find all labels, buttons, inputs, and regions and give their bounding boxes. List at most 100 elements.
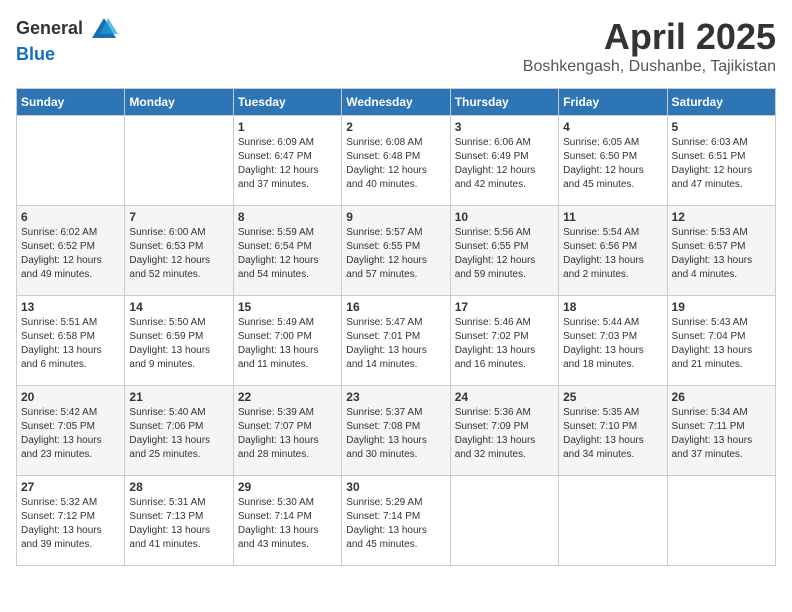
weekday-header-sunday: Sunday (17, 89, 125, 116)
calendar-cell: 1 Sunrise: 6:09 AM Sunset: 6:47 PM Daylig… (233, 116, 341, 206)
day-info: Sunrise: 6:00 AM Sunset: 6:53 PM Dayligh… (129, 226, 228, 282)
calendar-cell: 14 Sunrise: 5:50 AM Sunset: 6:59 PM Dayli… (125, 296, 233, 386)
calendar-cell: 26 Sunrise: 5:34 AM Sunset: 7:11 PM Dayli… (667, 386, 775, 476)
logo-blue: Blue (16, 44, 55, 64)
calendar-table: SundayMondayTuesdayWednesdayThursdayFrid… (16, 88, 776, 566)
day-number: 22 (238, 390, 337, 404)
weekday-header-thursday: Thursday (450, 89, 558, 116)
day-info: Sunrise: 6:03 AM Sunset: 6:51 PM Dayligh… (672, 136, 771, 192)
calendar-cell: 23 Sunrise: 5:37 AM Sunset: 7:08 PM Dayli… (342, 386, 450, 476)
calendar-cell: 2Sunrise: 6:08 AM Sunset: 6:48 PM Daylig… (342, 116, 450, 206)
day-number: 17 (455, 300, 554, 314)
day-info: Sunrise: 5:47 AM Sunset: 7:01 PM Dayligh… (346, 316, 445, 372)
calendar-cell: 24Sunrise: 5:36 AM Sunset: 7:09 PM Dayli… (450, 386, 558, 476)
calendar-cell: 7 Sunrise: 6:00 AM Sunset: 6:53 PM Daylig… (125, 206, 233, 296)
day-number: 23 (346, 390, 445, 404)
weekday-header-wednesday: Wednesday (342, 89, 450, 116)
calendar-cell: 16 Sunrise: 5:47 AM Sunset: 7:01 PM Dayli… (342, 296, 450, 386)
month-title: April 2025 (523, 16, 776, 58)
calendar-week-1: 1 Sunrise: 6:09 AM Sunset: 6:47 PM Daylig… (17, 116, 776, 206)
calendar-cell: 28 Sunrise: 5:31 AM Sunset: 7:13 PM Dayli… (125, 476, 233, 566)
day-number: 6 (21, 210, 120, 224)
day-number: 14 (129, 300, 228, 314)
day-info: Sunrise: 5:30 AM Sunset: 7:14 PM Dayligh… (238, 496, 337, 552)
day-info: Sunrise: 5:40 AM Sunset: 7:06 PM Dayligh… (129, 406, 228, 462)
calendar-cell: 30 Sunrise: 5:29 AM Sunset: 7:14 PM Dayli… (342, 476, 450, 566)
day-number: 8 (238, 210, 337, 224)
calendar-cell: 5Sunrise: 6:03 AM Sunset: 6:51 PM Daylig… (667, 116, 775, 206)
calendar-cell: 18 Sunrise: 5:44 AM Sunset: 7:03 PM Dayli… (559, 296, 667, 386)
calendar-cell: 15Sunrise: 5:49 AM Sunset: 7:00 PM Dayli… (233, 296, 341, 386)
day-number: 18 (563, 300, 662, 314)
day-info: Sunrise: 5:42 AM Sunset: 7:05 PM Dayligh… (21, 406, 120, 462)
day-number: 13 (21, 300, 120, 314)
weekday-header-saturday: Saturday (667, 89, 775, 116)
day-info: Sunrise: 6:05 AM Sunset: 6:50 PM Dayligh… (563, 136, 662, 192)
day-number: 16 (346, 300, 445, 314)
day-info: Sunrise: 5:56 AM Sunset: 6:55 PM Dayligh… (455, 226, 554, 282)
day-number: 26 (672, 390, 771, 404)
calendar-cell: 10Sunrise: 5:56 AM Sunset: 6:55 PM Dayli… (450, 206, 558, 296)
day-info: Sunrise: 6:02 AM Sunset: 6:52 PM Dayligh… (21, 226, 120, 282)
location-title: Boshkengash, Dushanbe, Tajikistan (523, 58, 776, 76)
day-info: Sunrise: 5:44 AM Sunset: 7:03 PM Dayligh… (563, 316, 662, 372)
title-area: April 2025 Boshkengash, Dushanbe, Tajiki… (523, 16, 776, 76)
calendar-cell: 22 Sunrise: 5:39 AM Sunset: 7:07 PM Dayli… (233, 386, 341, 476)
calendar-cell: 25 Sunrise: 5:35 AM Sunset: 7:10 PM Dayli… (559, 386, 667, 476)
calendar-cell: 21Sunrise: 5:40 AM Sunset: 7:06 PM Dayli… (125, 386, 233, 476)
calendar-cell (450, 476, 558, 566)
day-info: Sunrise: 5:36 AM Sunset: 7:09 PM Dayligh… (455, 406, 554, 462)
day-info: Sunrise: 5:34 AM Sunset: 7:11 PM Dayligh… (672, 406, 771, 462)
logo-text: General Blue (16, 16, 118, 65)
day-info: Sunrise: 6:06 AM Sunset: 6:49 PM Dayligh… (455, 136, 554, 192)
weekday-header-tuesday: Tuesday (233, 89, 341, 116)
calendar-cell: 17 Sunrise: 5:46 AM Sunset: 7:02 PM Dayli… (450, 296, 558, 386)
day-number: 4 (563, 120, 662, 134)
day-number: 27 (21, 480, 120, 494)
weekday-header-friday: Friday (559, 89, 667, 116)
day-info: Sunrise: 5:32 AM Sunset: 7:12 PM Dayligh… (21, 496, 120, 552)
calendar-week-5: 27 Sunrise: 5:32 AM Sunset: 7:12 PM Dayli… (17, 476, 776, 566)
day-info: Sunrise: 5:53 AM Sunset: 6:57 PM Dayligh… (672, 226, 771, 282)
day-info: Sunrise: 5:43 AM Sunset: 7:04 PM Dayligh… (672, 316, 771, 372)
day-info: Sunrise: 5:39 AM Sunset: 7:07 PM Dayligh… (238, 406, 337, 462)
header: General Blue April 2025 Boshkengash, Dus… (16, 16, 776, 76)
calendar-cell: 3Sunrise: 6:06 AM Sunset: 6:49 PM Daylig… (450, 116, 558, 206)
calendar-cell: 8 Sunrise: 5:59 AM Sunset: 6:54 PM Daylig… (233, 206, 341, 296)
calendar-week-3: 13 Sunrise: 5:51 AM Sunset: 6:58 PM Dayli… (17, 296, 776, 386)
day-number: 25 (563, 390, 662, 404)
logo-general: General (16, 18, 83, 38)
calendar-cell: 13 Sunrise: 5:51 AM Sunset: 6:58 PM Dayli… (17, 296, 125, 386)
day-info: Sunrise: 5:51 AM Sunset: 6:58 PM Dayligh… (21, 316, 120, 372)
day-info: Sunrise: 5:37 AM Sunset: 7:08 PM Dayligh… (346, 406, 445, 462)
day-info: Sunrise: 5:54 AM Sunset: 6:56 PM Dayligh… (563, 226, 662, 282)
day-info: Sunrise: 5:31 AM Sunset: 7:13 PM Dayligh… (129, 496, 228, 552)
calendar-cell (667, 476, 775, 566)
day-number: 20 (21, 390, 120, 404)
day-info: Sunrise: 5:46 AM Sunset: 7:02 PM Dayligh… (455, 316, 554, 372)
calendar-cell: 11 Sunrise: 5:54 AM Sunset: 6:56 PM Dayli… (559, 206, 667, 296)
weekday-header-row: SundayMondayTuesdayWednesdayThursdayFrid… (17, 89, 776, 116)
calendar-cell (559, 476, 667, 566)
day-number: 7 (129, 210, 228, 224)
day-info: Sunrise: 5:59 AM Sunset: 6:54 PM Dayligh… (238, 226, 337, 282)
day-info: Sunrise: 5:49 AM Sunset: 7:00 PM Dayligh… (238, 316, 337, 372)
day-info: Sunrise: 5:35 AM Sunset: 7:10 PM Dayligh… (563, 406, 662, 462)
calendar-cell: 19Sunrise: 5:43 AM Sunset: 7:04 PM Dayli… (667, 296, 775, 386)
day-number: 28 (129, 480, 228, 494)
day-number: 29 (238, 480, 337, 494)
day-number: 11 (563, 210, 662, 224)
day-info: Sunrise: 5:29 AM Sunset: 7:14 PM Dayligh… (346, 496, 445, 552)
day-info: Sunrise: 5:50 AM Sunset: 6:59 PM Dayligh… (129, 316, 228, 372)
calendar-cell: 27 Sunrise: 5:32 AM Sunset: 7:12 PM Dayli… (17, 476, 125, 566)
calendar-week-2: 6 Sunrise: 6:02 AM Sunset: 6:52 PM Daylig… (17, 206, 776, 296)
day-number: 12 (672, 210, 771, 224)
day-number: 2 (346, 120, 445, 134)
day-info: Sunrise: 6:09 AM Sunset: 6:47 PM Dayligh… (238, 136, 337, 192)
calendar-cell: 4 Sunrise: 6:05 AM Sunset: 6:50 PM Daylig… (559, 116, 667, 206)
day-number: 30 (346, 480, 445, 494)
calendar-cell: 20 Sunrise: 5:42 AM Sunset: 7:05 PM Dayli… (17, 386, 125, 476)
logo-icon (90, 16, 118, 44)
calendar-cell (125, 116, 233, 206)
day-number: 1 (238, 120, 337, 134)
